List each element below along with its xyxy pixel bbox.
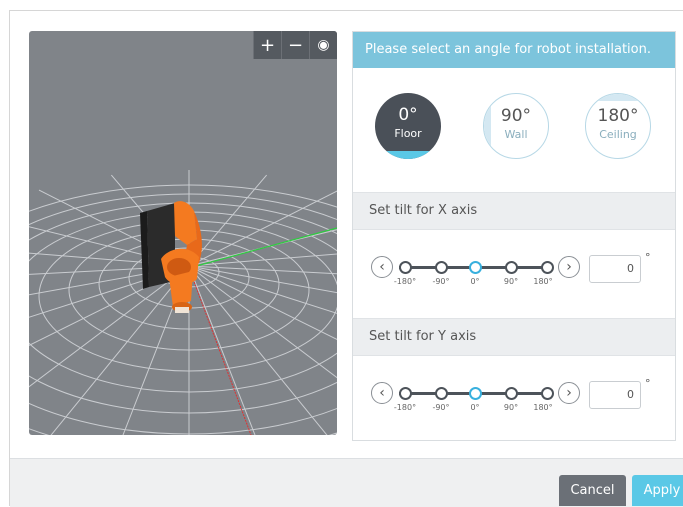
angle-value: 0°	[398, 105, 418, 125]
tick-label: 0°	[470, 403, 480, 412]
robot-3d-viewport[interactable]: + − ◉	[29, 31, 337, 435]
tilt-y-decrease-button[interactable]: ‹	[371, 382, 393, 404]
tilt-y-title: Set tilt for Y axis	[353, 318, 675, 356]
tick-label: 90°	[503, 403, 519, 412]
tilt-x-stop[interactable]	[541, 261, 554, 274]
angle-value: 180°	[597, 106, 639, 126]
tilt-x-stop-selected[interactable]	[469, 261, 482, 274]
angle-wall-option[interactable]: 90° Wall	[483, 93, 549, 159]
cancel-button[interactable]: Cancel	[559, 475, 626, 506]
installation-panel: Please select an angle for robot install…	[352, 31, 676, 441]
view-button[interactable]: ◉	[309, 31, 337, 59]
panel-title: Please select an angle for robot install…	[353, 32, 675, 68]
chevron-left-icon: ‹	[379, 259, 385, 275]
apply-button[interactable]: Apply	[632, 475, 683, 506]
plus-icon: +	[259, 34, 276, 56]
tilt-x-input[interactable]: 0	[589, 255, 641, 283]
chevron-right-icon: ›	[566, 259, 572, 275]
tilt-x-stop[interactable]	[435, 261, 448, 274]
tick-label: -180°	[393, 277, 417, 286]
tilt-y-stop[interactable]	[435, 387, 448, 400]
degree-unit: °	[645, 251, 651, 264]
angle-label: Wall	[504, 128, 528, 141]
tilt-y-increase-button[interactable]: ›	[558, 382, 580, 404]
tilt-x-decrease-button[interactable]: ‹	[371, 256, 393, 278]
tick-label: 180°	[533, 403, 553, 412]
zoom-in-button[interactable]: +	[253, 31, 281, 59]
floor-indicator	[375, 151, 441, 159]
tilt-y-stop-selected[interactable]	[469, 387, 482, 400]
tilt-y-stop[interactable]	[505, 387, 518, 400]
tick-label: -90°	[432, 277, 450, 286]
tick-label: 0°	[470, 277, 480, 286]
tick-label: -90°	[432, 403, 450, 412]
angle-label: Floor	[394, 127, 422, 140]
chevron-right-icon: ›	[566, 385, 572, 401]
tilt-x-stop[interactable]	[399, 261, 412, 274]
ceiling-indicator	[586, 94, 650, 101]
y-axis-line	[188, 227, 337, 269]
zoom-out-button[interactable]: −	[281, 31, 309, 59]
tilt-y-stop[interactable]	[541, 387, 554, 400]
tick-label: 180°	[533, 277, 553, 286]
tick-label: -180°	[393, 403, 417, 412]
tilt-x-control: ‹ -180° -90° 0° 90° 180° › 0 °	[353, 230, 675, 318]
tilt-y-input[interactable]: 0	[589, 381, 641, 409]
angle-options: 0° Floor 90° Wall 180° Ceiling	[353, 68, 675, 192]
wall-indicator	[484, 94, 491, 158]
tick-label: 90°	[503, 277, 519, 286]
angle-label: Ceiling	[599, 128, 637, 141]
tilt-y-control: ‹ -180° -90° 0° 90° 180° › 0 °	[353, 356, 675, 444]
viewport-toolbar: + − ◉	[253, 31, 337, 59]
angle-ceiling-option[interactable]: 180° Ceiling	[585, 93, 651, 159]
eye-icon: ◉	[317, 37, 330, 53]
angle-value: 90°	[500, 106, 532, 126]
tilt-x-increase-button[interactable]: ›	[558, 256, 580, 278]
chevron-left-icon: ‹	[379, 385, 385, 401]
tilt-x-stop[interactable]	[505, 261, 518, 274]
robot-scene	[29, 170, 337, 435]
tilt-x-title: Set tilt for X axis	[353, 192, 675, 230]
angle-floor-option[interactable]: 0° Floor	[375, 93, 441, 159]
minus-icon: −	[287, 34, 304, 56]
degree-unit: °	[645, 377, 651, 390]
tilt-y-stop[interactable]	[399, 387, 412, 400]
